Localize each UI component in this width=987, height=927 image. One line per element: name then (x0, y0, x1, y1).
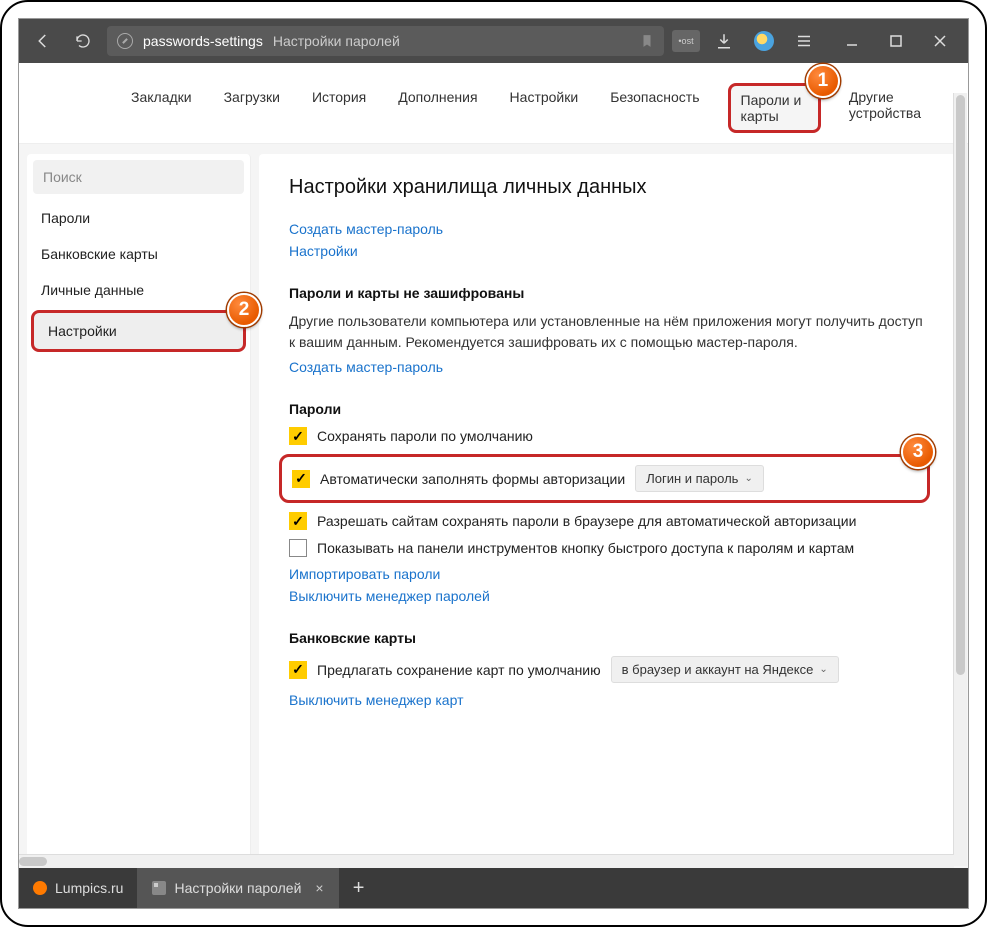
downloads-button[interactable] (708, 27, 740, 55)
checkbox-label: Предлагать сохранение карт по умолчанию (317, 662, 601, 678)
tab-title: Lumpics.ru (55, 880, 123, 896)
topnav-item-label: Пароли и карты (741, 92, 802, 124)
address-title: Настройки паролей (273, 33, 400, 49)
search-placeholder: Поиск (43, 169, 82, 185)
link-import-passwords[interactable]: Импортировать пароли (289, 566, 930, 582)
menu-button[interactable] (788, 27, 820, 55)
back-button[interactable] (27, 27, 59, 55)
checkbox-save-passwords[interactable] (289, 427, 307, 445)
checkbox-label: Показывать на панели инструментов кнопку… (317, 540, 854, 556)
topnav-security[interactable]: Безопасность (606, 83, 703, 133)
annotation-badge-1: 1 (806, 64, 840, 98)
topnav-passwords-cards[interactable]: Пароли и карты 1 (728, 83, 821, 133)
row-autofill: Автоматически заполнять формы авторизаци… (279, 454, 930, 503)
row-show-toolbar-button: Показывать на панели инструментов кнопку… (289, 539, 930, 557)
link-disable-password-manager[interactable]: Выключить менеджер паролей (289, 588, 930, 604)
checkbox-offer-cards[interactable] (289, 661, 307, 679)
topnav-history[interactable]: История (308, 83, 370, 133)
checkbox-label: Сохранять пароли по умолчанию (317, 428, 533, 444)
close-button[interactable] (920, 27, 960, 55)
browser-window: passwords-settings Настройки паролей •os… (18, 18, 969, 909)
tab-favicon (33, 881, 47, 895)
site-favicon (117, 33, 133, 49)
checkbox-show-toolbar[interactable] (289, 539, 307, 557)
sidebar-search[interactable]: Поиск (33, 160, 244, 194)
checkbox-allow-sites[interactable] (289, 512, 307, 530)
cards-section-title: Банковские карты (289, 630, 930, 646)
tab-password-settings[interactable]: Настройки паролей × (138, 868, 338, 908)
sidebar-item-cards[interactable]: Банковские карты (27, 236, 250, 272)
extension-icon[interactable]: •ost (672, 30, 700, 52)
sidebar-item-settings[interactable]: Настройки 2 (31, 310, 246, 352)
chevron-down-icon: ⌄ (819, 664, 827, 675)
row-save-passwords: Сохранять пароли по умолчанию (289, 427, 930, 445)
bookmark-icon[interactable] (640, 33, 654, 49)
cards-target-dropdown[interactable]: в браузер и аккаунт на Яндексе ⌄ (611, 656, 839, 683)
passwords-section-title: Пароли (289, 401, 930, 417)
settings-top-nav: Закладки Загрузки История Дополнения Нас… (19, 63, 968, 144)
settings-sidebar: Поиск Пароли Банковские карты Личные дан… (27, 154, 251, 858)
tab-close-icon[interactable]: × (315, 880, 323, 896)
topnav-other-devices[interactable]: Другие устройства (845, 83, 932, 133)
row-offer-save-cards: Предлагать сохранение карт по умолчанию … (289, 656, 930, 683)
address-url: passwords-settings (143, 33, 263, 49)
browser-toolbar: passwords-settings Настройки паролей •os… (19, 19, 968, 63)
vertical-scrollbar[interactable] (953, 93, 967, 866)
minimize-button[interactable] (832, 27, 872, 55)
annotation-badge-3: 3 (901, 435, 935, 469)
address-bar[interactable]: passwords-settings Настройки паролей (107, 26, 664, 56)
weather-icon[interactable] (748, 27, 780, 55)
autofill-mode-dropdown[interactable]: Логин и пароль ⌄ (635, 465, 764, 492)
encryption-section-title: Пароли и карты не зашифрованы (289, 285, 930, 301)
sidebar-item-label: Настройки (48, 323, 117, 339)
dropdown-value: в браузер и аккаунт на Яндексе (622, 662, 814, 677)
dropdown-value: Логин и пароль (646, 471, 738, 486)
link-settings[interactable]: Настройки (289, 243, 930, 259)
link-create-master-password[interactable]: Создать мастер-пароль (289, 221, 930, 237)
tab-favicon (152, 881, 166, 895)
settings-content: Настройки хранилища личных данных Создат… (259, 154, 960, 858)
link-disable-card-manager[interactable]: Выключить менеджер карт (289, 692, 930, 708)
maximize-button[interactable] (876, 27, 916, 55)
new-tab-button[interactable]: + (339, 868, 379, 908)
topnav-downloads[interactable]: Загрузки (220, 83, 284, 133)
chevron-down-icon: ⌄ (744, 473, 752, 484)
page-heading: Настройки хранилища личных данных (289, 176, 930, 199)
encryption-description: Другие пользователи компьютера или устан… (289, 311, 930, 353)
checkbox-autofill[interactable] (292, 470, 310, 488)
sidebar-item-passwords[interactable]: Пароли (27, 200, 250, 236)
tab-title: Настройки паролей (174, 880, 301, 896)
reload-button[interactable] (67, 27, 99, 55)
tab-strip: Lumpics.ru Настройки паролей × + (19, 868, 968, 908)
topnav-bookmarks[interactable]: Закладки (127, 83, 196, 133)
row-allow-sites-save: Разрешать сайтам сохранять пароли в брау… (289, 512, 930, 530)
checkbox-label: Разрешать сайтам сохранять пароли в брау… (317, 513, 856, 529)
sidebar-item-personal[interactable]: Личные данные (27, 272, 250, 308)
tab-lumpics[interactable]: Lumpics.ru (19, 868, 138, 908)
horizontal-scrollbar[interactable] (19, 854, 954, 868)
checkbox-label: Автоматически заполнять формы авторизаци… (320, 471, 625, 487)
topnav-addons[interactable]: Дополнения (394, 83, 481, 133)
topnav-settings[interactable]: Настройки (506, 83, 583, 133)
annotation-badge-2: 2 (227, 293, 261, 327)
link-create-master-password-2[interactable]: Создать мастер-пароль (289, 359, 930, 375)
settings-body: Поиск Пароли Банковские карты Личные дан… (19, 144, 968, 868)
